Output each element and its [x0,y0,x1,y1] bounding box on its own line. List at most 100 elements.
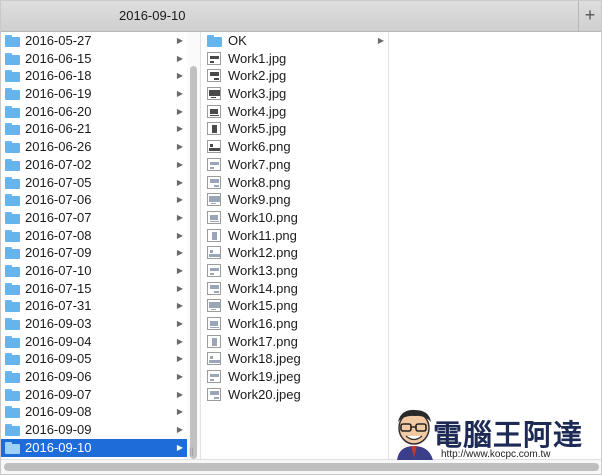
file-row[interactable]: Work15.png [201,297,388,315]
file-row[interactable]: Work4.jpg [201,103,388,121]
file-name: Work19.jpeg [228,369,301,385]
folder-row[interactable]: 2016-07-02 ▶ [1,156,187,174]
folder-row[interactable]: 2016-07-06 ▶ [1,191,187,209]
folder-icon [5,388,20,401]
file-row[interactable]: Work12.png [201,244,388,262]
file-name: Work7.png [228,156,291,172]
folder-row[interactable]: 2016-07-09 ▶ [1,244,187,262]
folder-name: 2016-07-31 [25,298,92,314]
folder-name: 2016-06-21 [25,121,92,137]
chevron-right-icon: ▶ [176,265,183,275]
folder-row[interactable]: OK ▶ [201,32,388,50]
column-files: OK ▶ Work1.jpg Work2.jpg Work3.jpg Work4.jpg W… [201,32,389,460]
folder-row[interactable]: 2016-07-15 ▶ [1,280,187,298]
chevron-right-icon: ▶ [176,106,183,116]
file-row[interactable]: Work8.png [201,174,388,192]
file-row[interactable]: Work10.png [201,209,388,227]
chevron-right-icon: ▶ [176,71,183,81]
folder-name: 2016-07-09 [25,245,92,261]
add-tab-button[interactable]: + [578,1,601,31]
folder-name: 2016-06-20 [25,103,92,119]
folder-row[interactable]: 2016-06-26 ▶ [1,138,187,156]
file-row[interactable]: Work13.png [201,262,388,280]
folder-row[interactable]: 2016-09-04 ▶ [1,333,187,351]
chevron-right-icon: ▶ [176,354,183,364]
chevron-right-icon: ▶ [176,177,183,187]
column1-scroll-thumb[interactable] [190,66,197,459]
folder-icon [5,176,20,189]
chevron-right-icon: ▶ [176,142,183,152]
tab-bar: 2016-09-10 + [1,1,601,32]
file-row[interactable]: Work2.jpg [201,67,388,85]
file-row[interactable]: Work9.png [201,191,388,209]
folder-row[interactable]: 2016-06-15 ▶ [1,50,187,68]
folder-row[interactable]: 2016-09-05 ▶ [1,350,187,368]
folder-row[interactable]: 2016-07-08 ▶ [1,227,187,245]
image-file-icon [207,51,221,65]
folder-row[interactable]: 2016-09-06 ▶ [1,368,187,386]
folder-row[interactable]: 2016-07-05 ▶ [1,174,187,192]
tab-current[interactable]: 2016-09-10 [1,1,579,31]
file-row[interactable]: Work7.png [201,156,388,174]
file-row[interactable]: Work5.jpg [201,120,388,138]
file-name: Work5.jpg [228,121,287,137]
chevron-right-icon: ▶ [176,230,183,240]
file-name: Work10.png [228,209,298,225]
column1-scrollbar[interactable] [187,32,201,460]
folder-name: 2016-07-05 [25,174,92,190]
folder-name: 2016-09-10 [25,439,92,455]
folder-row[interactable]: 2016-09-07 ▶ [1,386,187,404]
file-row[interactable]: Work3.jpg [201,85,388,103]
image-file-icon [207,210,221,224]
file-name: Work15.png [228,298,298,314]
image-file-icon [207,122,221,136]
folder-name: 2016-09-08 [25,404,92,420]
folder-icon [5,371,20,384]
file-row[interactable]: Work18.jpeg [201,350,388,368]
file-row[interactable]: Work1.jpg [201,50,388,68]
folder-row[interactable]: 2016-06-19 ▶ [1,85,187,103]
horizontal-scroll-thumb[interactable] [4,463,599,471]
image-file-icon [207,281,221,295]
file-name: Work17.png [228,333,298,349]
folder-row[interactable]: 2016-07-31 ▶ [1,297,187,315]
folder-icon [5,52,20,65]
folder-icon [5,318,20,330]
file-row[interactable]: Work11.png [201,227,388,245]
file-row[interactable]: Work17.png [201,333,388,351]
column-resize-handle[interactable]: || [189,446,194,456]
image-file-icon [207,370,221,384]
folder-row[interactable]: 2016-09-09 ▶ [1,421,187,439]
file-row[interactable]: Work20.jpeg [201,386,388,404]
folder-row[interactable]: 2016-07-10 ▶ [1,262,187,280]
folder-row[interactable]: 2016-09-08 ▶ [1,403,187,421]
file-name: Work12.png [228,245,298,261]
folder-row[interactable]: 2016-06-21 ▶ [1,120,187,138]
image-file-icon [207,387,221,401]
folder-row[interactable]: 2016-05-27 ▶ [1,32,187,50]
folder-icon [5,158,20,171]
file-row[interactable]: Work19.jpeg [201,368,388,386]
image-file-icon [207,263,221,277]
file-row[interactable]: Work14.png [201,280,388,298]
folder-row[interactable]: 2016-09-03 ▶ [1,315,187,333]
file-name: Work8.png [228,174,291,190]
folder-row[interactable]: 2016-06-18 ▶ [1,67,187,85]
file-name: Work4.jpg [228,103,287,119]
image-file-icon [207,334,221,348]
folder-name: 2016-09-07 [25,386,92,402]
folder-icon [5,123,20,136]
image-file-icon [207,317,221,330]
chevron-right-icon: ▶ [176,283,183,293]
chevron-right-icon: ▶ [176,124,183,134]
folder-row[interactable]: 2016-09-10 ▶ [1,438,187,457]
tab-title: 2016-09-10 [119,8,186,23]
file-name: Work6.png [228,139,291,155]
watermark-title: 電腦王阿達 [433,418,584,452]
image-file-icon [207,87,221,101]
folder-row[interactable]: 2016-07-07 ▶ [1,209,187,227]
folder-name: 2016-09-09 [25,422,92,438]
folder-row[interactable]: 2016-06-20 ▶ [1,103,187,121]
file-row[interactable]: Work6.png [201,138,388,156]
file-row[interactable]: Work16.png [201,315,388,333]
